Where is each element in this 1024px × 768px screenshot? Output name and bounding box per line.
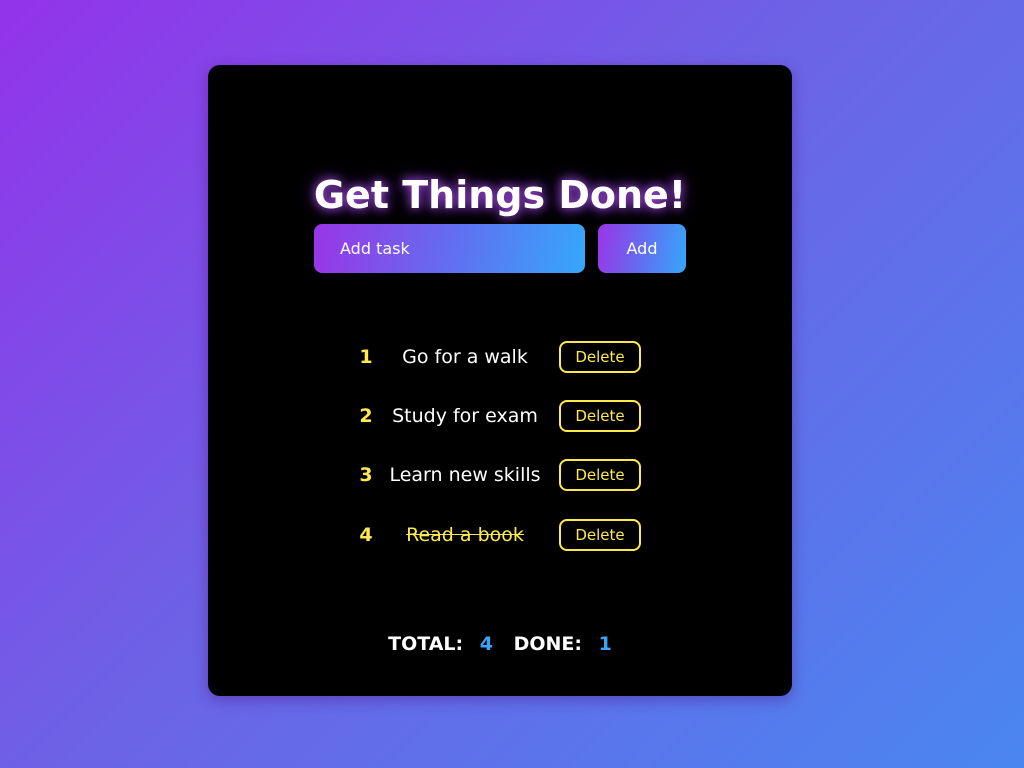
task-item: 2 Study for exam Delete xyxy=(208,399,792,433)
task-number: 4 xyxy=(359,524,373,546)
done-label: DONE: xyxy=(513,633,583,655)
task-text-completed[interactable]: Read a book xyxy=(376,518,554,552)
todo-card: Get Things Done! Add 1 Go for a walk Del… xyxy=(208,65,792,696)
task-text[interactable]: Go for a walk xyxy=(376,340,554,374)
delete-task-button[interactable]: Delete xyxy=(559,400,641,432)
delete-task-button[interactable]: Delete xyxy=(559,341,641,373)
total-count: 4 xyxy=(479,633,493,655)
add-task-input[interactable] xyxy=(314,224,585,273)
delete-task-button[interactable]: Delete xyxy=(559,519,641,551)
task-number: 1 xyxy=(359,346,373,368)
delete-task-button[interactable]: Delete xyxy=(559,459,641,491)
page-title: Get Things Done! xyxy=(313,173,687,217)
task-text[interactable]: Learn new skills xyxy=(376,458,554,492)
task-item: 4 Read a book Delete xyxy=(208,518,792,552)
task-number: 3 xyxy=(359,464,373,486)
task-number: 2 xyxy=(359,405,373,427)
done-count: 1 xyxy=(598,633,612,655)
total-label: TOTAL: xyxy=(388,633,464,655)
add-task-button[interactable]: Add xyxy=(598,224,686,273)
task-item: 3 Learn new skills Delete xyxy=(208,458,792,492)
task-summary: TOTAL: 4 DONE: 1 xyxy=(208,631,792,657)
task-item: 1 Go for a walk Delete xyxy=(208,340,792,374)
task-text[interactable]: Study for exam xyxy=(376,399,554,433)
